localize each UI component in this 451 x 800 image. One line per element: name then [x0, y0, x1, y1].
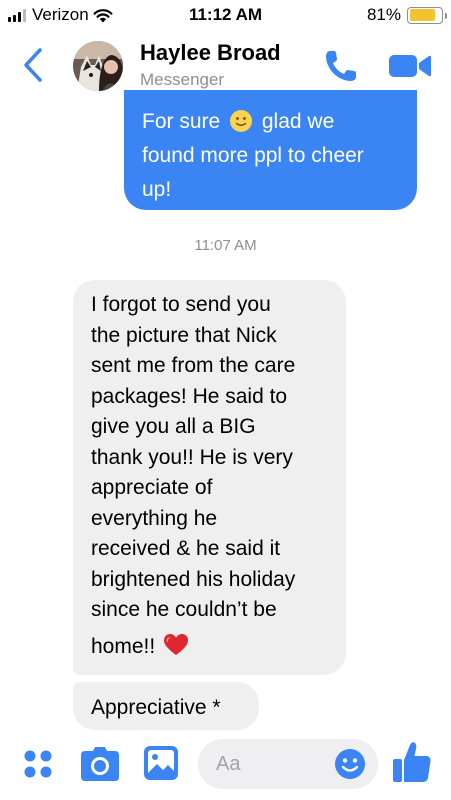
message-input[interactable]: Aa — [198, 739, 378, 789]
apps-button[interactable] — [22, 748, 54, 780]
battery-percent: 81% — [366, 5, 401, 24]
contact-subtitle: Messenger — [140, 70, 225, 89]
camera-button[interactable] — [80, 746, 120, 782]
back-button[interactable] — [18, 44, 48, 86]
incoming-message-2-text: Appreciative * — [91, 696, 221, 719]
avatar-photo — [73, 41, 123, 91]
battery-fill — [409, 9, 435, 21]
incoming-last-line-text: home!! — [91, 634, 156, 658]
slightly-smiling-face-emoji — [230, 109, 253, 132]
back-chevron-icon — [24, 48, 42, 82]
red-heart-emoji — [164, 633, 189, 655]
camera-icon — [81, 747, 119, 781]
emoji-button[interactable] — [334, 748, 366, 780]
message-input-placeholder: Aa — [216, 753, 241, 775]
outgoing-text-part: For sure — [142, 110, 221, 133]
status-bar: Verizon 11:12 AM 81% — [0, 0, 451, 30]
message-timestamp: 11:07 AM — [194, 237, 257, 254]
contact-name[interactable]: Haylee Broad — [140, 40, 281, 66]
like-button[interactable] — [392, 741, 432, 783]
avatar[interactable] — [73, 41, 123, 91]
photo-gallery-icon — [144, 746, 178, 780]
gallery-button[interactable] — [143, 745, 179, 781]
phone-icon — [326, 51, 356, 81]
thumbs-up-icon — [393, 742, 431, 782]
video-camera-icon — [389, 55, 431, 77]
incoming-message-bubble-2[interactable]: Appreciative * — [73, 682, 259, 730]
outgoing-line-3: up! — [142, 178, 172, 201]
battery-icon — [407, 6, 447, 24]
status-right: 81% — [366, 5, 447, 25]
outgoing-line-2: found more ppl to cheer — [142, 144, 364, 167]
composer-bar: Aa — [0, 731, 451, 800]
incoming-message-bubble[interactable]: I forgot to send you the picture that Ni… — [73, 280, 346, 675]
incoming-message-text: I forgot to send you the picture that Ni… — [91, 293, 296, 621]
outgoing-line-1: For sure glad we — [142, 105, 399, 139]
video-call-button[interactable] — [388, 50, 432, 82]
emoji-icon — [335, 749, 365, 779]
incoming-last-line: home!! — [91, 632, 330, 663]
outgoing-message-bubble[interactable]: For sure glad we found more ppl to cheer… — [124, 90, 417, 210]
call-button[interactable] — [322, 47, 360, 85]
outgoing-text-part: glad we — [261, 110, 335, 133]
apps-grid-icon — [24, 750, 52, 778]
